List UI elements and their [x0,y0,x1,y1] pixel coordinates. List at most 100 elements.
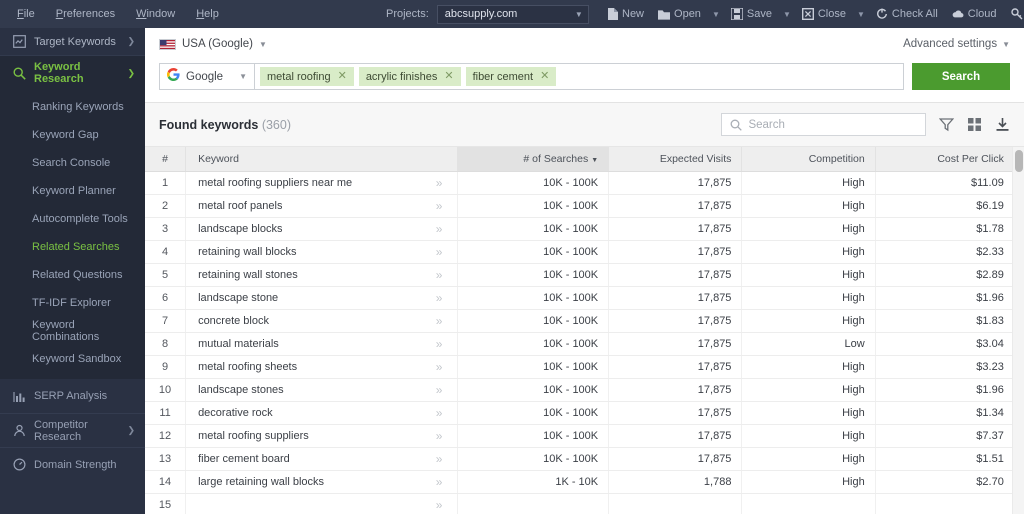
results-search-box[interactable] [721,113,926,136]
cell-keyword[interactable]: landscape stone» [186,286,458,309]
cell-keyword[interactable]: » [186,493,458,514]
menu-window[interactable]: Window [127,4,184,24]
sidebar-subitem-autocomplete-tools[interactable]: Autocomplete Tools [0,205,145,233]
menu-file[interactable]: File [8,4,44,24]
cell-keyword[interactable]: fiber cement board» [186,447,458,470]
cell-keyword[interactable]: decorative rock» [186,401,458,424]
table-row[interactable]: 10landscape stones»10K - 100K17,875High$… [145,378,1024,401]
cell-keyword[interactable]: landscape blocks» [186,217,458,240]
keyword-chip[interactable]: fiber cement ✕ [466,67,557,86]
search-button[interactable]: Search [912,63,1010,90]
table-row[interactable]: 3landscape blocks»10K - 100K17,875High$1… [145,217,1024,240]
sidebar-subitem-ranking-keywords[interactable]: Ranking Keywords [0,93,145,121]
expand-arrows-icon[interactable]: » [436,199,448,213]
download-icon[interactable] [995,117,1010,132]
cell-keyword[interactable]: retaining wall blocks» [186,240,458,263]
menu-help[interactable]: Help [187,4,228,24]
expand-arrows-icon[interactable]: » [436,291,448,305]
expand-arrows-icon[interactable]: » [436,452,448,466]
sidebar-item-domain-strength[interactable]: Domain Strength [0,447,145,481]
expand-arrows-icon[interactable]: » [436,176,448,190]
keyword-chip[interactable]: metal roofing ✕ [260,67,354,86]
expand-arrows-icon[interactable]: » [436,314,448,328]
column-header-keyword[interactable]: Keyword [186,147,458,171]
table-row[interactable]: 13fiber cement board»10K - 100K17,875Hig… [145,447,1024,470]
cell-keyword[interactable]: mutual materials» [186,332,458,355]
table-row[interactable]: 1metal roofing suppliers near me»10K - 1… [145,171,1024,194]
table-row[interactable]: 15» [145,493,1024,514]
check-all-button[interactable]: Check All [870,4,944,24]
table-row[interactable]: 6landscape stone»10K - 100K17,875High$1.… [145,286,1024,309]
sidebar-item-keyword-research[interactable]: Keyword Research ❯ [0,56,145,90]
expand-arrows-icon[interactable]: » [436,406,448,420]
new-button[interactable]: New [600,4,650,24]
vertical-scrollbar[interactable] [1012,147,1024,514]
sidebar-subitem-keyword-planner[interactable]: Keyword Planner [0,177,145,205]
sidebar-item-target-keywords[interactable]: Target Keywords ❯ [0,28,145,56]
close-button[interactable]: Close [796,4,852,24]
column-header-expected-visits[interactable]: Expected Visits [609,147,742,171]
remove-chip-icon[interactable]: ✕ [540,71,549,82]
keyword-chip[interactable]: acrylic finishes ✕ [359,67,461,86]
expand-arrows-icon[interactable]: » [436,245,448,259]
sidebar-subitem-tf-idf-explorer[interactable]: TF-IDF Explorer [0,289,145,317]
enter-license-button[interactable]: Enter License [1005,4,1024,24]
filter-icon[interactable] [939,117,954,132]
column-header-cost-per-click[interactable]: Cost Per Click [875,147,1014,171]
table-row[interactable]: 12metal roofing suppliers»10K - 100K17,8… [145,424,1024,447]
expand-arrows-icon[interactable]: » [436,268,448,282]
table-row[interactable]: 9metal roofing sheets»10K - 100K17,875Hi… [145,355,1024,378]
search-engine-dropdown[interactable]: Google ▼ [159,63,255,90]
cell-keyword[interactable]: metal roofing sheets» [186,355,458,378]
cell-keyword[interactable]: concrete block» [186,309,458,332]
sidebar-subitem-keyword-sandbox[interactable]: Keyword Sandbox [0,345,145,373]
sidebar-subitem-keyword-gap[interactable]: Keyword Gap [0,121,145,149]
results-search-input[interactable] [748,119,918,131]
expand-arrows-icon[interactable]: » [436,360,448,374]
sidebar-item-serp-analysis[interactable]: SERP Analysis [0,379,145,413]
expand-arrows-icon[interactable]: » [436,475,448,489]
table-row[interactable]: 11decorative rock»10K - 100K17,875High$1… [145,401,1024,424]
column-header-competition[interactable]: Competition [742,147,875,171]
cell-keyword[interactable]: landscape stones» [186,378,458,401]
cell-keyword[interactable]: metal roofing suppliers» [186,424,458,447]
table-row[interactable]: 14large retaining wall blocks»1K - 10K1,… [145,470,1024,493]
sidebar-item-competitor-research[interactable]: Competitor Research ❯ [0,413,145,447]
region-dropdown[interactable]: USA (Google) ▼ [159,38,267,50]
sidebar-subitem-search-console[interactable]: Search Console [0,149,145,177]
open-dropdown-caret-icon[interactable]: ▼ [709,6,723,23]
keyword-input-field[interactable]: metal roofing ✕ acrylic finishes ✕ fiber… [255,63,904,90]
sidebar-subitem-keyword-combinations[interactable]: Keyword Combinations [0,317,145,345]
results-header-actions [721,113,1010,136]
advanced-settings-toggle[interactable]: Advanced settings ▼ [903,38,1010,50]
table-row[interactable]: 2metal roof panels»10K - 100K17,875High$… [145,194,1024,217]
save-button[interactable]: Save [725,4,778,24]
table-row[interactable]: 4retaining wall blocks»10K - 100K17,875H… [145,240,1024,263]
expand-arrows-icon[interactable]: » [436,222,448,236]
column-header-number[interactable]: # [145,147,186,171]
expand-arrows-icon[interactable]: » [436,429,448,443]
expand-arrows-icon[interactable]: » [436,498,448,512]
grid-view-icon[interactable] [967,117,982,132]
sidebar-subitem-related-questions[interactable]: Related Questions [0,261,145,289]
cell-keyword[interactable]: metal roofing suppliers near me» [186,171,458,194]
expand-arrows-icon[interactable]: » [436,337,448,351]
expand-arrows-icon[interactable]: » [436,383,448,397]
cell-keyword[interactable]: large retaining wall blocks» [186,470,458,493]
cloud-button[interactable]: Cloud [946,4,1003,24]
table-row[interactable]: 5retaining wall stones»10K - 100K17,875H… [145,263,1024,286]
remove-chip-icon[interactable]: ✕ [444,71,453,82]
scrollbar-thumb[interactable] [1015,150,1023,172]
column-header-searches[interactable]: # of Searches▼ [458,147,609,171]
remove-chip-icon[interactable]: ✕ [338,71,347,82]
table-row[interactable]: 7concrete block»10K - 100K17,875High$1.8… [145,309,1024,332]
cell-keyword[interactable]: retaining wall stones» [186,263,458,286]
open-button[interactable]: Open [652,4,707,24]
cell-keyword[interactable]: metal roof panels» [186,194,458,217]
table-row[interactable]: 8mutual materials»10K - 100K17,875Low$3.… [145,332,1024,355]
menu-preferences[interactable]: Preferences [47,4,124,24]
sidebar-subitem-related-searches[interactable]: Related Searches [0,233,145,261]
project-dropdown[interactable]: abcsupply.com ▼ [437,5,589,24]
save-dropdown-caret-icon[interactable]: ▼ [780,6,794,23]
close-dropdown-caret-icon[interactable]: ▼ [854,6,868,23]
